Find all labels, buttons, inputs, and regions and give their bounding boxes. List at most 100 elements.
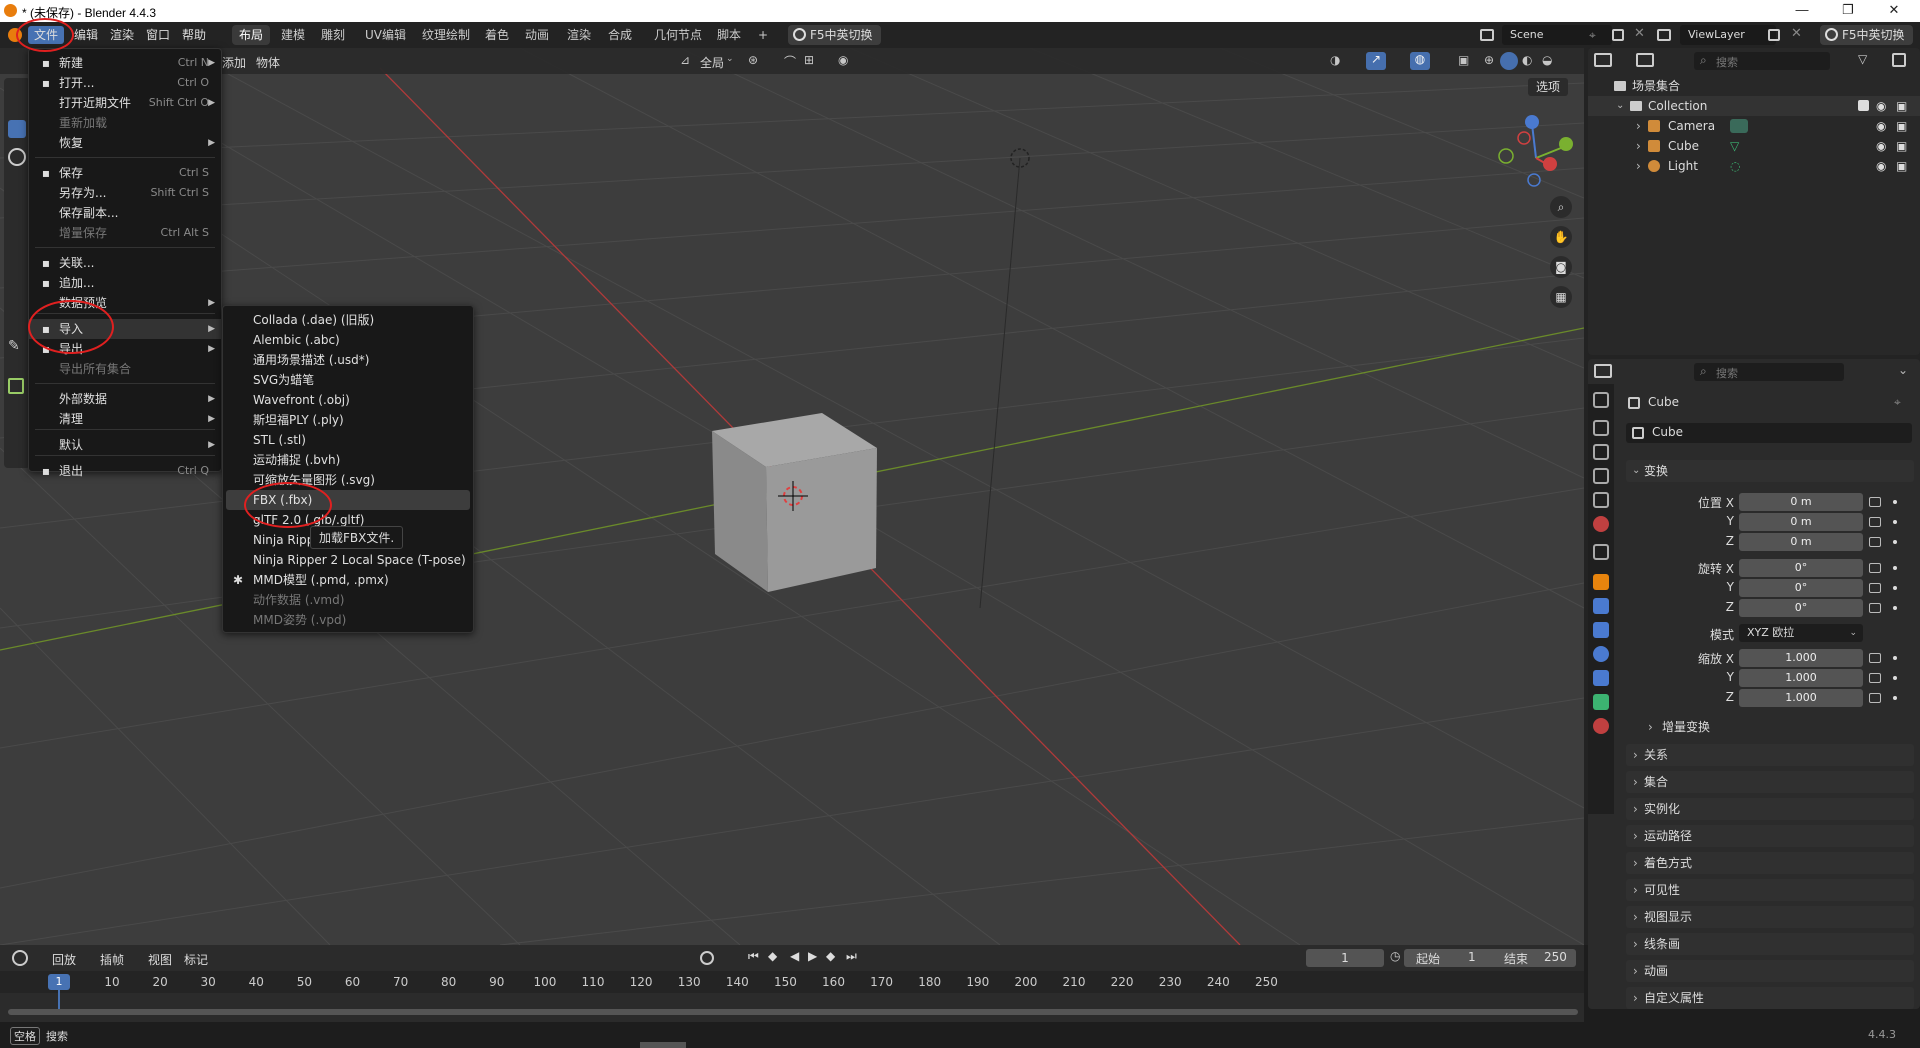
annotate-tool-icon[interactable]: ✎ (8, 338, 20, 354)
menu-window[interactable]: 窗口 (140, 26, 176, 44)
import-menu-item[interactable]: 运动捕捉 (.bvh) (223, 450, 473, 470)
scene-tab-icon[interactable] (1593, 492, 1609, 508)
file-menu-item[interactable]: 默认 ▶ (29, 435, 221, 455)
viewlayer-icon[interactable] (1657, 29, 1671, 41)
timeline-view-menu[interactable]: 视图 (148, 951, 172, 968)
file-menu-item[interactable]: 外部数据 ▶ (29, 389, 221, 409)
gizmo-toggle-icon[interactable]: ↗ (1366, 52, 1386, 70)
tab-compositing[interactable]: 合成 (601, 25, 639, 45)
camera-view-icon[interactable]: ◙ (1550, 256, 1572, 278)
chevron-down-icon[interactable]: ⌄ (1898, 363, 1908, 377)
keyframe-dot-icon[interactable] (1893, 500, 1897, 504)
cursor-tool-icon[interactable] (8, 148, 26, 166)
menu-render[interactable]: 渲染 (104, 26, 140, 44)
keyframe-dot-icon[interactable] (1893, 606, 1897, 610)
object-tab-icon[interactable] (1593, 574, 1609, 590)
timeline-scrollbar[interactable] (8, 1009, 1578, 1015)
import-menu-item[interactable]: SVG为蜡笔 (223, 370, 473, 390)
options-dropdown[interactable]: 选项 (1528, 78, 1569, 96)
data-tab-icon[interactable] (1593, 694, 1609, 710)
chevron-right-icon[interactable]: › (1636, 156, 1641, 176)
tab-texture-paint[interactable]: 纹理绘制 (415, 25, 477, 45)
rotation-y-field[interactable]: 0° (1739, 579, 1863, 597)
section-collections[interactable]: 集合 (1626, 771, 1914, 793)
close-button[interactable]: ✕ (1874, 2, 1914, 18)
collection-tab-icon[interactable] (1593, 544, 1609, 560)
physics-tab-icon[interactable] (1593, 646, 1609, 662)
keyframe-dot-icon[interactable] (1893, 656, 1897, 660)
keyframe-dot-icon[interactable] (1893, 586, 1897, 590)
outliner-row-camera[interactable]: › Camera ◉ ▣ (1588, 116, 1920, 136)
file-menu-item[interactable]: 清理 ▶ (29, 409, 221, 429)
lock-icon[interactable] (1869, 673, 1881, 683)
section-relations[interactable]: 关系 (1626, 744, 1914, 766)
timeline-keying-menu[interactable]: 插帧 (100, 951, 124, 968)
delete-viewlayer-icon[interactable]: ✕ (1791, 26, 1802, 41)
rotation-x-field[interactable]: 0° (1739, 559, 1863, 577)
select-tool-icon[interactable] (8, 120, 26, 138)
snap-icon[interactable]: ⌒ (784, 53, 796, 70)
file-menu-item[interactable]: ▪ 打开... Ctrl O (29, 73, 221, 93)
timeline-editor-icon[interactable] (12, 950, 28, 966)
orientation-icon[interactable]: ⊿ (680, 53, 690, 67)
import-menu-item[interactable]: 斯坦福PLY (.ply) (223, 410, 473, 430)
tool-tab-icon[interactable] (1593, 392, 1609, 408)
keyframe-dot-icon[interactable] (1893, 520, 1897, 524)
eye-icon[interactable]: ◉ (1876, 96, 1886, 116)
properties-editor-icon[interactable] (1594, 364, 1612, 378)
transform-panel-header[interactable]: ⌄ 变换 (1626, 460, 1914, 482)
play-reverse-icon[interactable]: ◀ (790, 949, 799, 963)
lock-icon[interactable] (1869, 603, 1881, 613)
import-menu-item[interactable]: Ninja Ripper 2 Local Space (T-pose) (223, 550, 473, 570)
render-camera-icon[interactable]: ▣ (1896, 96, 1907, 116)
pin-icon[interactable]: ⌖ (1894, 395, 1901, 410)
lock-icon[interactable] (1869, 497, 1881, 507)
lock-icon[interactable] (1869, 653, 1881, 663)
light-data-icon[interactable]: ◌ (1730, 156, 1740, 176)
material-tab-icon[interactable] (1593, 718, 1609, 734)
prev-keyframe-icon[interactable]: ◆ (768, 949, 777, 963)
rotation-z-field[interactable]: 0° (1739, 599, 1863, 617)
location-z-field[interactable]: 0 m (1739, 533, 1863, 551)
minimize-button[interactable]: — (1782, 2, 1822, 17)
visibility-icon[interactable]: ◑ (1330, 53, 1340, 67)
snap-target-icon[interactable]: ⊞ (804, 53, 814, 67)
import-menu-item[interactable]: Wavefront (.obj) (223, 390, 473, 410)
tab-geometry-nodes[interactable]: 几何节点 (647, 25, 709, 45)
viewport-add-menu[interactable]: 添加 (222, 54, 246, 71)
tab-scripting[interactable]: 脚本 (710, 25, 748, 45)
scale-z-field[interactable]: 1.000 (1739, 689, 1863, 707)
auto-keying-icon[interactable] (700, 951, 714, 965)
viewport-object-menu[interactable]: 物体 (256, 54, 280, 71)
tab-animation[interactable]: 动画 (518, 25, 556, 45)
outliner-row-scene-collection[interactable]: 场景集合 (1588, 76, 1920, 96)
next-keyframe-icon[interactable]: ◆ (826, 949, 835, 963)
filter-icon[interactable]: ▽ (1858, 52, 1867, 66)
location-x-field[interactable]: 0 m (1739, 493, 1863, 511)
tab-modeling[interactable]: 建模 (274, 25, 312, 45)
add-cube-tool-icon[interactable] (8, 378, 24, 394)
proportional-edit-icon[interactable]: ◉ (838, 53, 848, 67)
tab-rendering[interactable]: 渲染 (560, 25, 598, 45)
eye-icon[interactable]: ◉ (1876, 116, 1886, 136)
tab-sculpting[interactable]: 雕刻 (314, 25, 352, 45)
solid-shading-icon[interactable] (1500, 52, 1518, 70)
material-shading-icon[interactable]: ◐ (1522, 53, 1532, 67)
tab-uv-editing[interactable]: UV编辑 (358, 25, 413, 45)
eye-icon[interactable]: ◉ (1876, 156, 1886, 176)
keyframe-dot-icon[interactable] (1893, 676, 1897, 680)
section-visibility[interactable]: 可见性 (1626, 879, 1914, 901)
file-menu-item[interactable]: 另存为... Shift Ctrl S (29, 183, 221, 203)
pivot-icon[interactable]: ⊛ (748, 53, 758, 67)
menu-help[interactable]: 帮助 (176, 26, 212, 44)
file-menu-item[interactable]: ▪ 退出 Ctrl Q (29, 461, 221, 481)
mesh-data-icon[interactable]: ▽ (1730, 136, 1739, 156)
file-menu-item[interactable]: 保存副本... (29, 203, 221, 223)
section-animation[interactable]: 动画 (1626, 960, 1914, 982)
overlay-toggle-icon[interactable]: ◍ (1410, 52, 1430, 70)
chevron-right-icon[interactable]: › (1636, 136, 1641, 156)
section-custom-properties[interactable]: 自定义属性 (1626, 987, 1914, 1009)
stopwatch-icon[interactable]: ◷ (1390, 949, 1400, 963)
maximize-button[interactable]: ❐ (1828, 2, 1868, 18)
import-menu-item[interactable]: 通用场景描述 (.usd*) (223, 350, 473, 370)
